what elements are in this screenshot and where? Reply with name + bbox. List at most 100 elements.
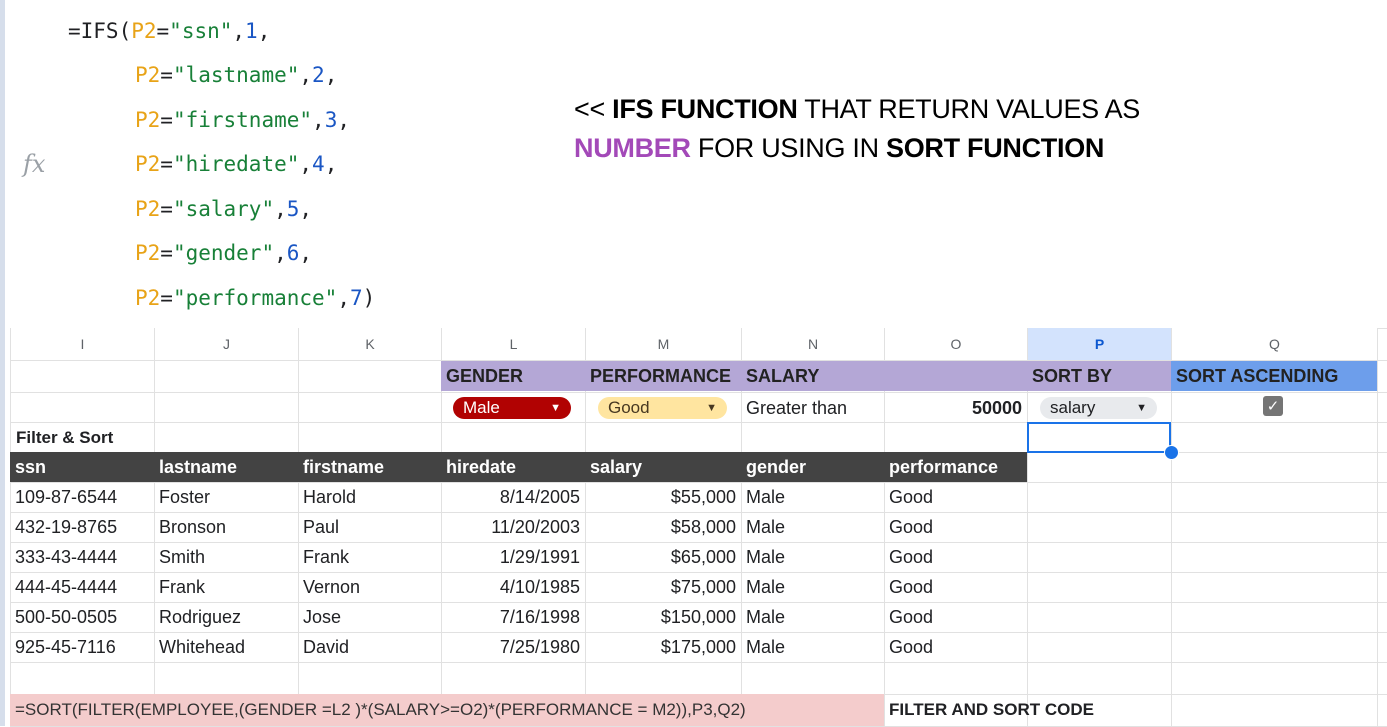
table-cell[interactable]: Good	[884, 542, 1027, 572]
formula-token: =	[160, 197, 173, 221]
table-cell[interactable]: 1/29/1991	[441, 542, 585, 572]
formula-token: ,	[299, 197, 313, 221]
formula-token: 7	[349, 286, 363, 310]
table-cell[interactable]: $150,000	[585, 602, 741, 632]
table-cell[interactable]: Male	[741, 632, 884, 662]
column-header-n[interactable]: N	[742, 328, 884, 360]
formula-line: P2="hiredate",4,	[135, 151, 337, 177]
table-cell[interactable]: $55,000	[585, 482, 741, 512]
column-header-k[interactable]: K	[299, 328, 441, 360]
table-cell[interactable]: David	[298, 632, 441, 662]
formula-line: P2="performance",7)	[135, 285, 375, 311]
table-cell[interactable]: 500-50-0505	[10, 602, 154, 632]
sort-by-dropdown[interactable]: salary ▼	[1040, 397, 1157, 419]
table-cell[interactable]: 925-45-7116	[10, 632, 154, 662]
table-cell[interactable]: Male	[741, 482, 884, 512]
criteria-header-sort-by[interactable]: SORT BY	[1027, 361, 1171, 391]
table-header-ssn[interactable]: ssn	[10, 452, 154, 482]
chevron-down-icon: ▼	[1136, 402, 1147, 414]
table-cell[interactable]: Bronson	[154, 512, 298, 542]
formula-line: P2="firstname",3,	[135, 107, 350, 133]
table-cell[interactable]: 4/10/1985	[441, 572, 585, 602]
criteria-header-blank[interactable]	[884, 361, 1027, 391]
salary-operator-cell[interactable]: Greater than	[741, 393, 884, 423]
formula-token: ,	[324, 63, 338, 87]
table-cell[interactable]: 7/25/1980	[441, 632, 585, 662]
formula-token: "gender"	[172, 241, 275, 265]
column-header-q[interactable]: Q	[1172, 328, 1377, 360]
criteria-header-performance[interactable]: PERFORMANCE	[585, 361, 741, 391]
table-cell[interactable]: Good	[884, 482, 1027, 512]
table-cell[interactable]: Male	[741, 512, 884, 542]
table-cell[interactable]: 109-87-6544	[10, 482, 154, 512]
formula-token: 6	[286, 241, 300, 265]
formula-token: )	[362, 286, 376, 310]
formula-token: ,	[299, 152, 313, 176]
table-header-gender[interactable]: gender	[741, 452, 884, 482]
table-cell[interactable]: Good	[884, 572, 1027, 602]
criteria-header-salary[interactable]: SALARY	[741, 361, 884, 391]
formula-token: P2	[135, 63, 161, 87]
criteria-header-gender[interactable]: GENDER	[441, 361, 585, 391]
formula-token: "hiredate"	[172, 152, 300, 176]
table-cell[interactable]: Good	[884, 602, 1027, 632]
bottom-formula-cell[interactable]: =SORT(FILTER(EMPLOYEE,(GENDER =L2 )*(SAL…	[10, 694, 884, 726]
fill-handle[interactable]	[1164, 445, 1179, 460]
table-cell[interactable]: Smith	[154, 542, 298, 572]
table-cell[interactable]: Male	[741, 602, 884, 632]
spreadsheet-grid[interactable]: IJKLMNOPQ GENDER PERFORMANCE SALARY SORT…	[10, 328, 1387, 727]
table-cell[interactable]: 432-19-8765	[10, 512, 154, 542]
selected-cell-p3[interactable]	[1027, 422, 1171, 453]
table-cell[interactable]: Vernon	[298, 572, 441, 602]
salary-value-cell[interactable]: 50000	[884, 393, 1027, 423]
table-header-salary[interactable]: salary	[585, 452, 741, 482]
table-cell[interactable]: 444-45-4444	[10, 572, 154, 602]
formula-token: ,	[257, 19, 271, 43]
table-cell[interactable]: $65,000	[585, 542, 741, 572]
table-cell[interactable]: $75,000	[585, 572, 741, 602]
note-bold-2: SORT FUNCTION	[886, 133, 1105, 163]
column-header-j[interactable]: J	[155, 328, 298, 360]
table-cell[interactable]: $58,000	[585, 512, 741, 542]
gender-dropdown[interactable]: Male ▼	[453, 397, 571, 419]
formula-line: P2="gender",6,	[135, 240, 312, 266]
table-cell[interactable]: Frank	[298, 542, 441, 572]
column-header-m[interactable]: M	[586, 328, 741, 360]
table-cell[interactable]: Foster	[154, 482, 298, 512]
table-header-hiredate[interactable]: hiredate	[441, 452, 585, 482]
table-header-performance[interactable]: performance	[884, 452, 1027, 482]
table-cell[interactable]: Good	[884, 632, 1027, 662]
table-header-lastname[interactable]: lastname	[154, 452, 298, 482]
table-cell[interactable]: Paul	[298, 512, 441, 542]
formula-token: ,	[324, 152, 338, 176]
table-cell[interactable]: Harold	[298, 482, 441, 512]
table-cell[interactable]: Jose	[298, 602, 441, 632]
table-cell[interactable]: 8/14/2005	[441, 482, 585, 512]
formula-token: =	[160, 286, 173, 310]
table-cell[interactable]: $175,000	[585, 632, 741, 662]
table-cell[interactable]: Whitehead	[154, 632, 298, 662]
note-purple: NUMBER	[574, 133, 691, 163]
formula-token: ,	[274, 197, 287, 221]
formula-token: ,	[299, 241, 313, 265]
criteria-header-sort-ascending[interactable]: SORT ASCENDING	[1171, 361, 1377, 391]
annotation-note: << IFS FUNCTION THAT RETURN VALUES AS NU…	[574, 90, 1140, 168]
performance-dropdown[interactable]: Good ▼	[598, 397, 727, 419]
table-cell[interactable]: 11/20/2003	[441, 512, 585, 542]
formula-token: =IFS(	[68, 19, 132, 43]
table-cell[interactable]: Frank	[154, 572, 298, 602]
formula-token: ,	[232, 19, 246, 43]
column-header-l[interactable]: L	[442, 328, 585, 360]
sort-ascending-checkbox[interactable]: ✓	[1263, 396, 1283, 416]
table-cell[interactable]: Male	[741, 542, 884, 572]
column-header-p[interactable]: P	[1028, 328, 1171, 360]
table-cell[interactable]: Male	[741, 572, 884, 602]
column-header-i[interactable]: I	[11, 328, 154, 360]
column-header-o[interactable]: O	[885, 328, 1027, 360]
table-cell[interactable]: 7/16/1998	[441, 602, 585, 632]
table-header-firstname[interactable]: firstname	[298, 452, 441, 482]
fx-icon: fx	[23, 150, 46, 178]
table-cell[interactable]: Rodriguez	[154, 602, 298, 632]
table-cell[interactable]: Good	[884, 512, 1027, 542]
table-cell[interactable]: 333-43-4444	[10, 542, 154, 572]
